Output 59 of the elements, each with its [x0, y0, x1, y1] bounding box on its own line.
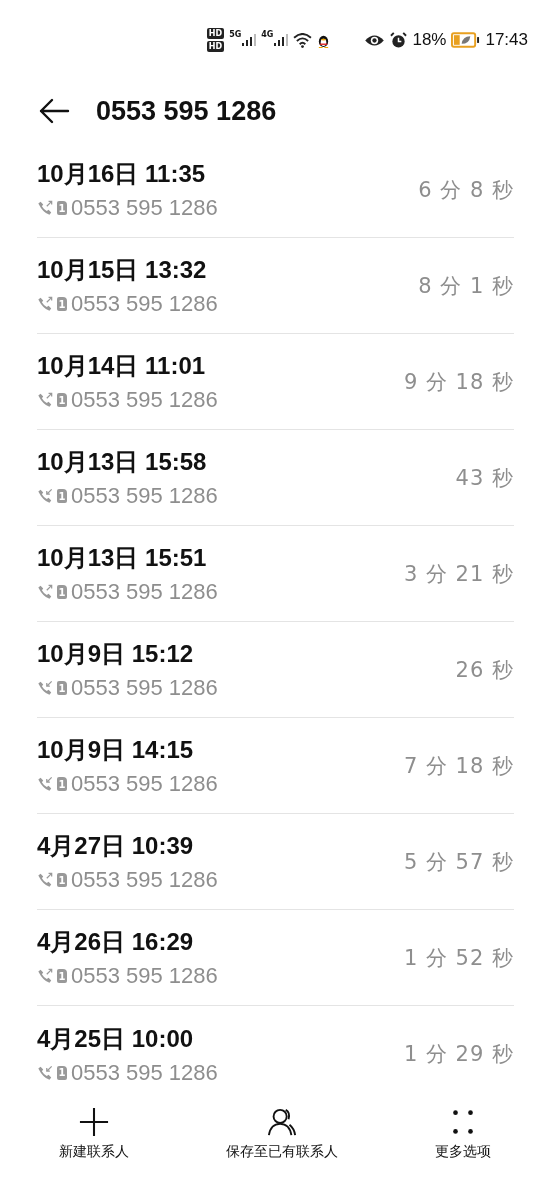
call-duration: 26 秒 [455, 656, 514, 684]
phone-number: 0553 595 1286 [71, 1059, 218, 1086]
action-button[interactable]: 新建联系人 [58, 1107, 129, 1161]
hd-badge: HD [206, 28, 225, 39]
phone-number: 0553 595 1286 [71, 579, 218, 605]
back-button[interactable] [38, 98, 70, 124]
call-date-time: 10月13日 15:58 [37, 447, 208, 477]
call-date-time: 4月27日 10:39 [37, 831, 195, 861]
plus-icon [78, 1107, 109, 1137]
phone-number: 0553 595 1286 [71, 291, 218, 317]
phone-number: 0553 595 1286 [71, 483, 218, 509]
battery-icon [451, 32, 481, 48]
sim-badge: 1 [57, 777, 67, 791]
phone-number: 0553 595 1286 [71, 867, 218, 893]
hd-badge: HD [206, 41, 225, 52]
call-duration: 1 分 52 秒 [403, 944, 514, 972]
call-date-time: 10月14日 11:01 [37, 351, 207, 381]
call-date-time: 10月13日 15:51 [37, 543, 208, 573]
phone-number: 0553 595 1286 [71, 771, 218, 797]
clock-time: 17:43 [485, 30, 528, 50]
eye-icon [364, 33, 386, 47]
phone-number: 0553 595 1286 [71, 195, 218, 221]
call-date-time: 10月15日 13:32 [37, 255, 208, 285]
call-duration: 3 分 21 秒 [403, 560, 514, 588]
signal-icon [242, 34, 257, 46]
network-type: 5G [229, 30, 242, 39]
call-duration: 7 分 18 秒 [403, 752, 514, 780]
sim-badge: 1 [57, 297, 67, 311]
sim-badge: 1 [57, 201, 67, 215]
call-duration: 8 分 1 秒 [418, 272, 514, 300]
battery-percent: 18% [412, 30, 447, 50]
phone-number: 0553 595 1286 [71, 387, 218, 413]
sim-badge: 1 [57, 681, 67, 695]
network-type: 4G [261, 30, 274, 39]
action-button[interactable]: 更多选项 [435, 1107, 492, 1161]
call-duration: 6 分 8 秒 [418, 176, 514, 204]
call-date-time: 4月25日 10:00 [37, 1023, 195, 1054]
phone-number: 0553 595 1286 [71, 963, 218, 989]
wifi-icon [293, 32, 313, 48]
call-duration: 5 分 57 秒 [403, 848, 514, 876]
call-duration: 9 分 18 秒 [403, 368, 514, 396]
sim-badge: 1 [57, 969, 67, 983]
call-duration: 1 分 29 秒 [403, 1041, 514, 1068]
sim-badge: 1 [57, 585, 67, 599]
call-duration: 43 秒 [455, 464, 514, 492]
call-date-time: 4月26日 16:29 [37, 927, 195, 957]
call-date-time: 10月9日 14:15 [37, 735, 195, 765]
call-date-time: 10月16日 11:35 [37, 159, 207, 189]
call-date-time: 10月9日 15:12 [37, 639, 195, 669]
person-icon [267, 1107, 297, 1137]
sim-badge: 1 [57, 489, 67, 503]
phone-number-title: 0553 595 1286 [96, 95, 277, 127]
sim-badge: 1 [57, 873, 67, 887]
signal-icon [274, 34, 289, 46]
sim-badge: 1 [57, 393, 67, 407]
phone-number: 0553 595 1286 [71, 675, 218, 701]
action-button[interactable]: 保存至已有联系人 [226, 1107, 338, 1161]
sim-badge: 1 [57, 1065, 67, 1080]
alarm-icon [390, 31, 408, 49]
